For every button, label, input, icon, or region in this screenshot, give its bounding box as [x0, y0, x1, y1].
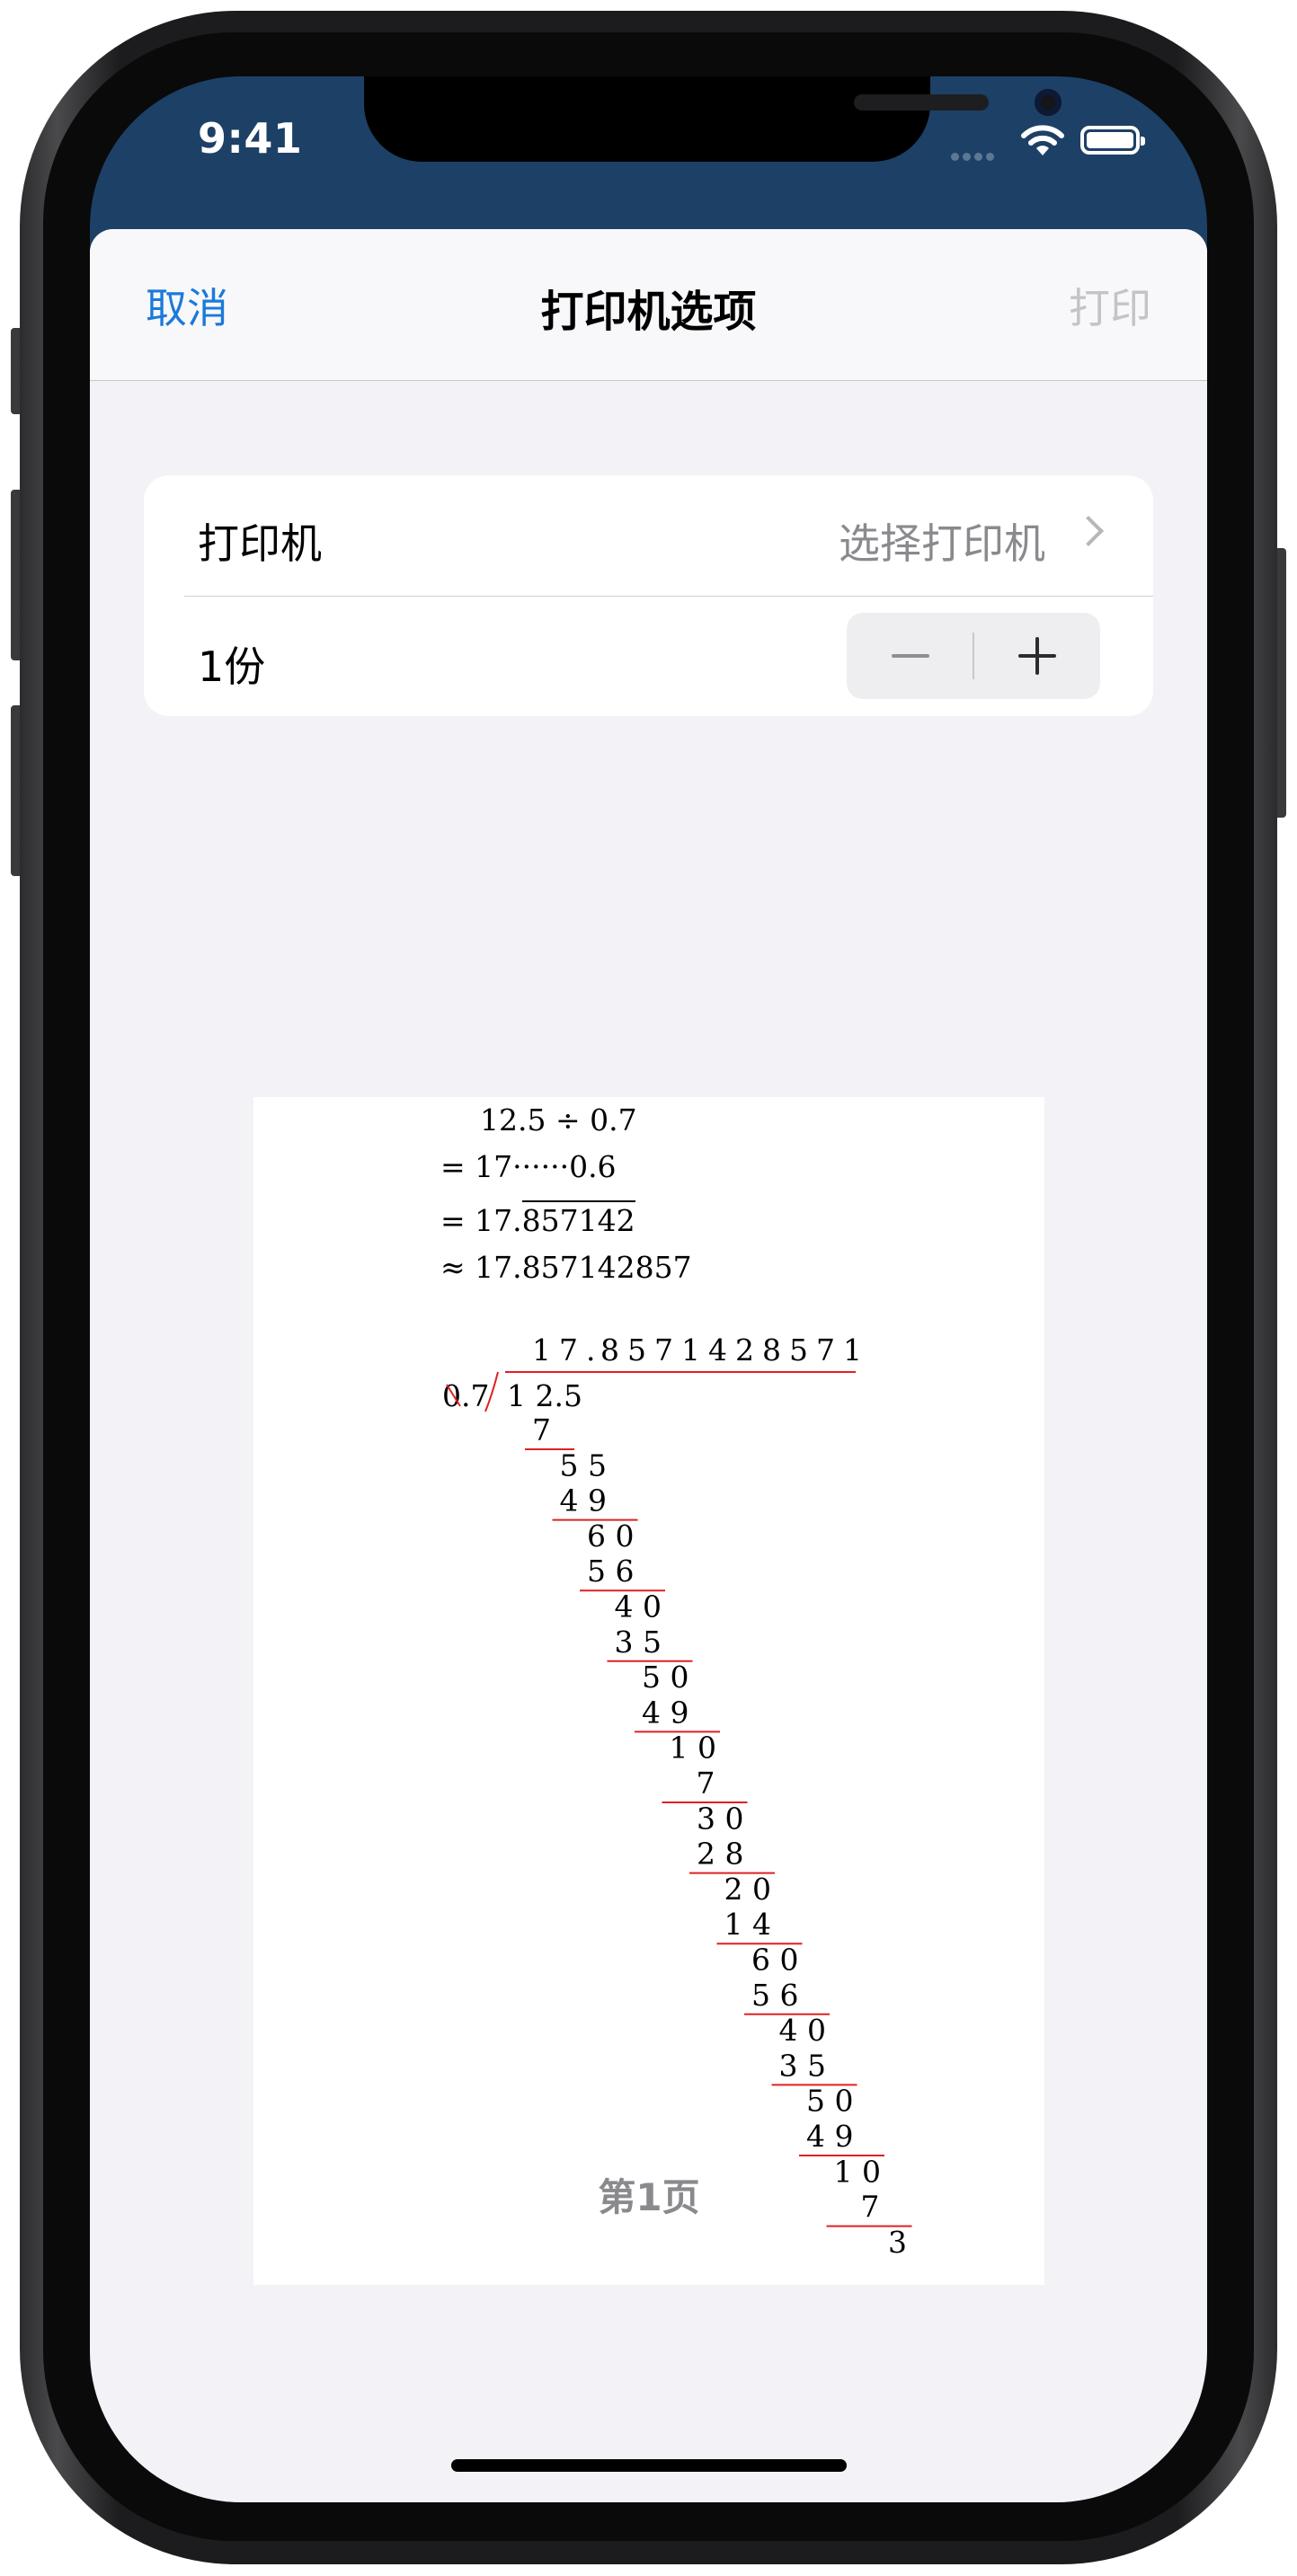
wifi-icon [1021, 125, 1064, 155]
copies-label: 1份 [198, 642, 266, 691]
quotient-digit: 4 [708, 1332, 727, 1368]
increment-button[interactable] [973, 613, 1100, 699]
battery-icon [1080, 126, 1145, 155]
quotient-digit: 1 [532, 1332, 551, 1368]
phone-screen: 9:41 取消 打印机选项 打印 打印机 选择打印机 1份 12.5 ÷ 0.7… [90, 76, 1207, 2502]
division-step: 5 0 [806, 2084, 853, 2119]
division-step: 3 5 [615, 1624, 662, 1660]
home-indicator[interactable] [451, 2459, 847, 2472]
division-step: 2 8 [697, 1837, 743, 1872]
division-step: 4 0 [779, 2013, 826, 2048]
copies-row: 1份 [144, 597, 1153, 716]
division-step: 1 0 [670, 1731, 716, 1766]
printer-value: 选择打印机 [839, 519, 1045, 568]
print-button[interactable]: 打印 [1069, 276, 1151, 335]
division-step: 7 [697, 1766, 715, 1801]
printer-row[interactable]: 打印机 选择打印机 [144, 475, 1153, 596]
quotient-digit: 7 [654, 1332, 673, 1368]
cellular-signal-icon [951, 147, 998, 164]
division-step: 4 9 [560, 1483, 607, 1518]
page-title: 打印机选项 [540, 287, 757, 337]
quotient-digit: 8 [600, 1332, 619, 1368]
quotient-digit: 5 [627, 1332, 646, 1368]
device-canvas: 9:41 取消 打印机选项 打印 打印机 选择打印机 1份 12.5 ÷ 0.7… [0, 0, 1297, 2576]
division-step: 5 5 [560, 1447, 607, 1483]
quotient-digit: 8 [762, 1332, 781, 1368]
division-step: 2 0 [724, 1872, 771, 1907]
dividend: 1 2.5 [507, 1378, 582, 1413]
division-step: 5 0 [642, 1660, 688, 1695]
navigation-bar: 取消 打印机选项 打印 [90, 229, 1207, 381]
printer-label: 打印机 [198, 519, 322, 568]
printer-options-sheet: 取消 打印机选项 打印 打印机 选择打印机 1份 12.5 ÷ 0.7 = 17… [90, 229, 1207, 2502]
quotient-digit: 7 [559, 1332, 578, 1368]
long-division: 1 7. 8 5 7 1 4 2 8 5 7 10.7 1 2.575 54 96 05 64 03 5… [442, 1332, 912, 2260]
notch [364, 76, 1062, 162]
quotient-digit: 7 [816, 1332, 835, 1368]
quotient-digit: . [586, 1332, 596, 1368]
page-number-label: 第1页 [598, 2175, 700, 2219]
division-step: 1 4 [724, 1907, 771, 1942]
division-step: 7 [532, 1412, 551, 1447]
decrement-button[interactable] [847, 613, 973, 699]
division-step: 3 5 [779, 2048, 826, 2083]
quotient-digit: 1 [843, 1332, 862, 1368]
division-step: 3 [888, 2225, 907, 2260]
front-camera [1035, 89, 1062, 116]
status-bar: 9:41 [90, 76, 1207, 229]
chevron-right-icon [1073, 516, 1104, 546]
print-preview-page[interactable]: 12.5 ÷ 0.7 = 17······0.6 = 17.857142 ≈ 1… [253, 1097, 1044, 2285]
quotient-digit: 2 [735, 1332, 754, 1368]
minus-icon [892, 654, 929, 658]
quotient-digit: 1 [681, 1332, 700, 1368]
speaker-grille [854, 94, 989, 111]
divisor: 0.7 [442, 1378, 489, 1413]
division-step: 6 0 [751, 1943, 798, 1978]
status-time: 9:41 [198, 114, 303, 163]
division-step: 3 0 [697, 1801, 743, 1836]
quotient-digit: 5 [789, 1332, 808, 1368]
division-step: 6 0 [587, 1518, 634, 1554]
copies-stepper [847, 613, 1100, 699]
settings-group: 打印机 选择打印机 1份 [144, 475, 1153, 716]
division-step: 4 9 [642, 1695, 688, 1730]
division-step: 5 6 [587, 1554, 634, 1589]
division-step: 4 0 [615, 1589, 662, 1624]
division-step: 4 9 [806, 2119, 853, 2154]
division-step: 5 6 [751, 1978, 798, 2013]
